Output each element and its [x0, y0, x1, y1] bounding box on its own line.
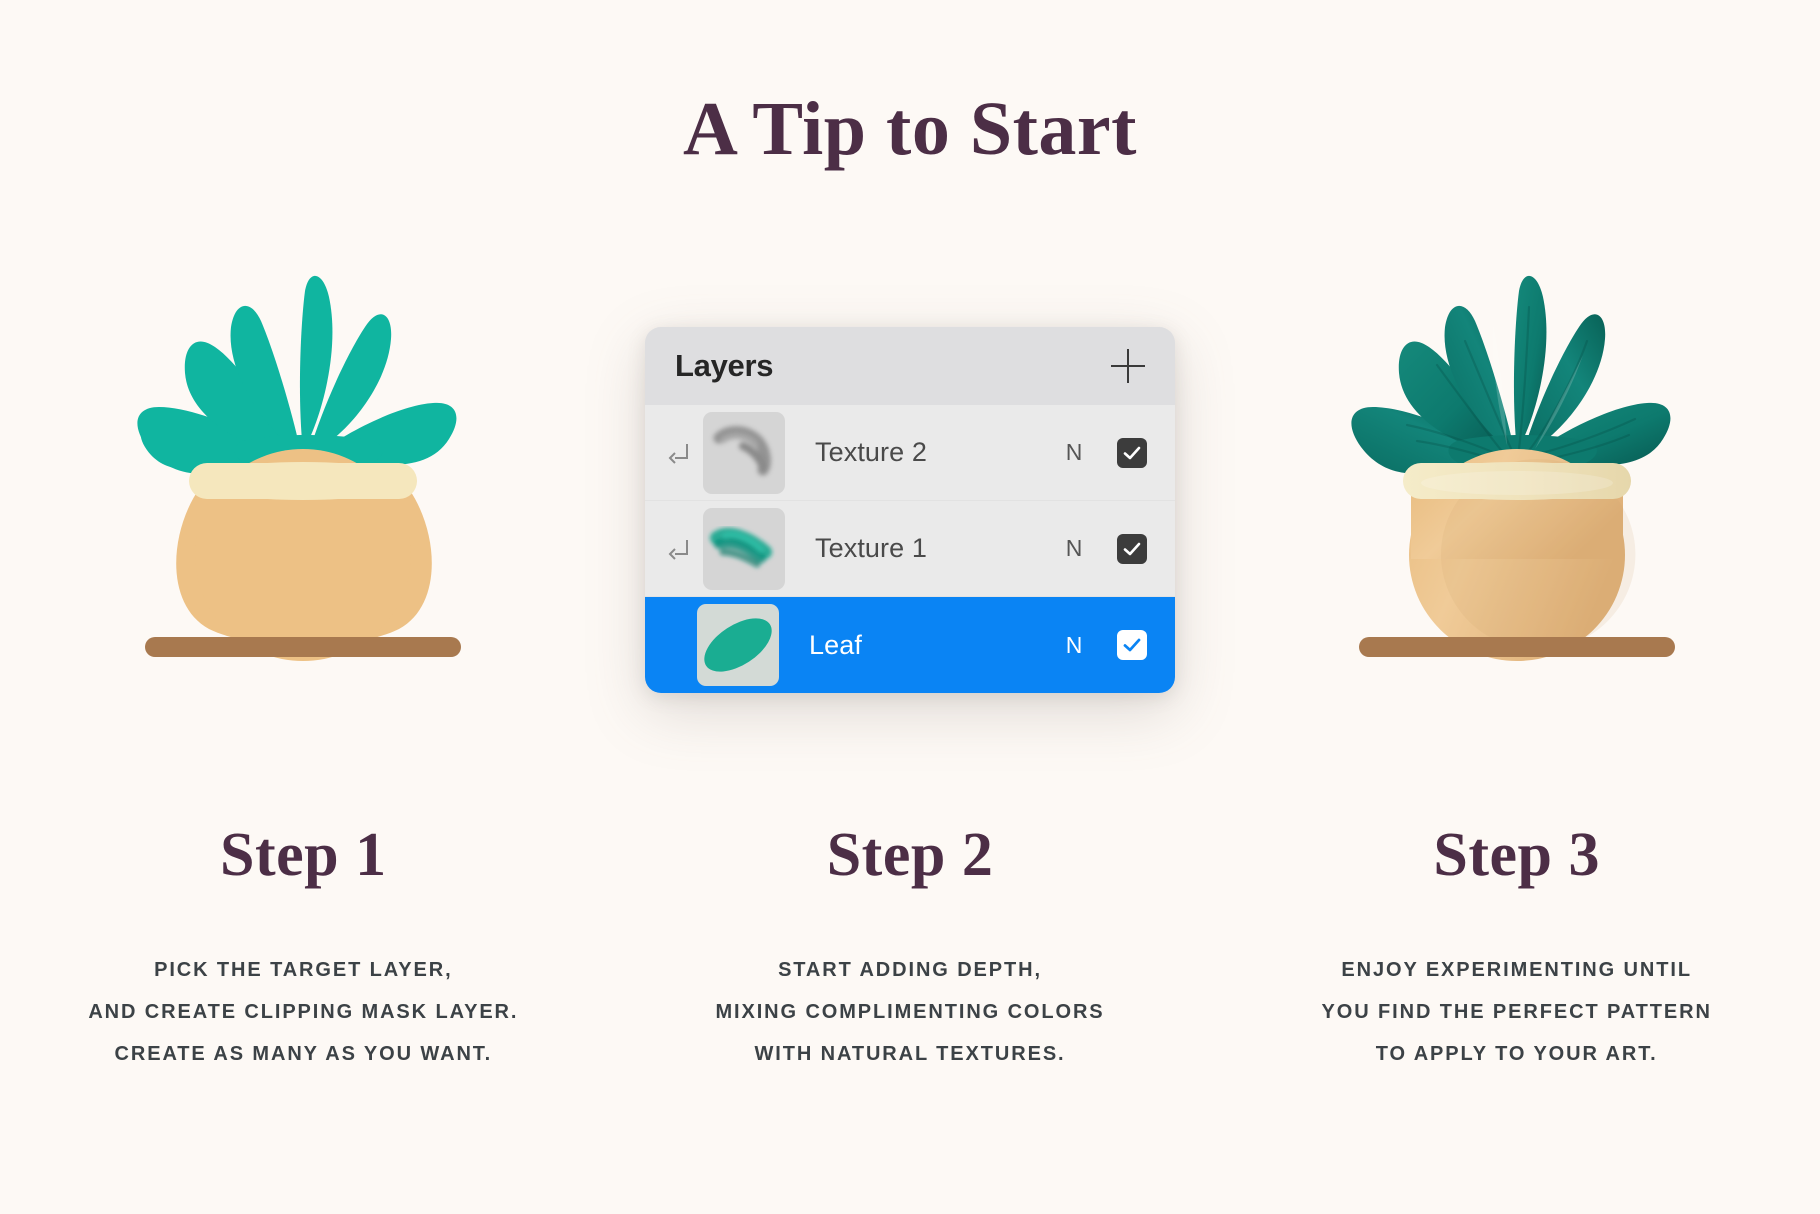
clipping-mask-icon — [663, 532, 697, 566]
step-description-line: MIXING COMPLIMENTING COLORS — [715, 1001, 1105, 1023]
step-description: PICK THE TARGET LAYER, AND CREATE CLIPPI… — [0, 949, 607, 1075]
layer-blend-mode[interactable]: N — [1047, 439, 1101, 466]
step-title: Step 2 — [826, 821, 994, 889]
plant-flat-illustration — [133, 255, 473, 675]
layer-row[interactable]: Leaf N — [645, 597, 1175, 693]
layer-blend-mode[interactable]: N — [1047, 632, 1101, 659]
add-layer-icon[interactable] — [1111, 349, 1145, 383]
step-description-line: CREATE AS MANY AS YOU WANT. — [114, 1043, 493, 1065]
shelf-bar — [1358, 637, 1675, 657]
layers-panel-title: Layers — [675, 348, 774, 383]
step-description-line: AND CREATE CLIPPING MASK LAYER. — [88, 1001, 519, 1023]
step-description-line: ENJOY EXPERIMENTING UNTIL — [1341, 959, 1692, 981]
layer-blend-mode[interactable]: N — [1047, 535, 1101, 562]
layers-panel: Layers Texture 2 N Texture 1 N Leaf N — [645, 327, 1175, 693]
leaves-textured — [1351, 275, 1671, 474]
clipping-mask-icon — [663, 436, 697, 470]
column-step-3 — [1213, 255, 1820, 775]
layer-visibility-checkbox[interactable] — [1117, 533, 1147, 564]
layer-thumbnail-leaf[interactable] — [697, 604, 779, 686]
column-step-1 — [0, 255, 607, 775]
layer-name: Leaf — [809, 629, 862, 660]
step-1: Step 1 PICK THE TARGET LAYER, AND CREATE… — [0, 820, 607, 1075]
steps-row: Step 1 PICK THE TARGET LAYER, AND CREATE… — [0, 820, 1820, 1075]
step-description: START ADDING DEPTH, MIXING COMPLIMENTING… — [607, 949, 1214, 1075]
step-description-line: WITH NATURAL TEXTURES. — [754, 1043, 1066, 1065]
layer-visibility-checkbox[interactable] — [1117, 437, 1147, 468]
layer-thumbnail-texture-1[interactable] — [703, 507, 785, 590]
illustration-row: Layers Texture 2 N Texture 1 N Leaf N — [0, 255, 1820, 775]
layer-row[interactable]: Texture 2 N — [645, 405, 1175, 501]
pot-textured — [1402, 449, 1636, 661]
step-title: Step 1 — [220, 821, 387, 889]
step-description-line: YOU FIND THE PERFECT PATTERN — [1321, 1001, 1712, 1023]
step-2: Step 2 START ADDING DEPTH, MIXING COMPLI… — [607, 820, 1214, 1075]
layer-name: Texture 2 — [815, 437, 927, 467]
step-3: Step 3 ENJOY EXPERIMENTING UNTIL YOU FIN… — [1213, 820, 1820, 1075]
leaves-flat — [137, 275, 457, 474]
layers-panel-header: Layers — [645, 327, 1175, 405]
step-description-line: START ADDING DEPTH, — [778, 959, 1042, 981]
layer-row[interactable]: Texture 1 N — [645, 501, 1175, 597]
layers-panel-wrapper: Layers Texture 2 N Texture 1 N Leaf N — [645, 327, 1175, 693]
step-description-line: PICK THE TARGET LAYER, — [154, 959, 453, 981]
step-description: ENJOY EXPERIMENTING UNTIL YOU FIND THE P… — [1213, 949, 1820, 1075]
page-title: A Tip to Start — [683, 87, 1137, 171]
layer-name: Texture 1 — [815, 533, 927, 563]
shelf-bar — [145, 637, 462, 657]
pot-flat — [176, 449, 433, 661]
step-description-line: TO APPLY TO YOUR ART. — [1375, 1043, 1658, 1065]
column-step-2: Layers Texture 2 N Texture 1 N Leaf N — [607, 255, 1214, 775]
step-title: Step 3 — [1433, 821, 1600, 889]
layer-visibility-checkbox[interactable] — [1117, 630, 1147, 660]
layer-thumbnail-texture-2[interactable] — [703, 411, 785, 494]
plant-textured-illustration — [1347, 255, 1687, 675]
